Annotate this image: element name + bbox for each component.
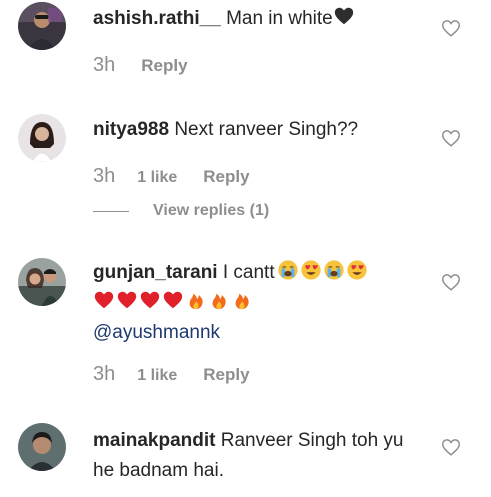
- avatar[interactable]: [18, 423, 66, 471]
- comment-username[interactable]: nitya988: [93, 119, 169, 140]
- comment-text: I cantt: [222, 262, 275, 283]
- like-heart-icon[interactable]: [440, 271, 462, 293]
- comment-body: gunjan_tarani I cantt @ayushmannk: [93, 258, 413, 348]
- likes-count[interactable]: 1 like: [137, 367, 177, 385]
- fire-icon: [231, 289, 253, 311]
- heart-eyes-face-icon: [346, 259, 368, 281]
- comment-username[interactable]: ashish.rathi__: [93, 8, 221, 29]
- comment-emojis: [277, 259, 368, 281]
- like-heart-icon[interactable]: [440, 436, 462, 458]
- mention-link[interactable]: @ayushmannk: [93, 322, 220, 343]
- fire-icon: [185, 289, 207, 311]
- comment-username[interactable]: gunjan_tarani: [93, 262, 218, 283]
- comment-emojis-line2: [93, 289, 253, 311]
- avatar[interactable]: [18, 114, 66, 162]
- crying-face-icon: [277, 259, 299, 281]
- comment-time: 3h: [93, 54, 116, 76]
- reply-button[interactable]: Reply: [141, 56, 187, 76]
- divider-line: [93, 210, 129, 212]
- likes-count[interactable]: 1 like: [137, 169, 177, 187]
- comment-body: mainakpandit Ranveer Singh toh yu he bad…: [93, 426, 413, 486]
- black-heart-icon: [333, 5, 355, 27]
- comment-meta: 3h Reply: [93, 54, 188, 77]
- red-heart-icon: [116, 289, 138, 311]
- comment-text: Man in white: [226, 8, 333, 29]
- comment-time: 3h: [93, 363, 116, 385]
- comment-body: ashish.rathi__ Man in white: [93, 4, 413, 34]
- like-heart-icon[interactable]: [440, 17, 462, 39]
- reply-button[interactable]: Reply: [203, 365, 249, 385]
- crying-face-icon: [323, 259, 345, 281]
- comment-username[interactable]: mainakpandit: [93, 430, 215, 451]
- heart-eyes-face-icon: [300, 259, 322, 281]
- comment-time: 3h: [93, 165, 116, 187]
- red-heart-icon: [93, 289, 115, 311]
- comment-emojis: [333, 5, 355, 27]
- red-heart-icon: [162, 289, 184, 311]
- avatar[interactable]: [18, 2, 66, 50]
- comment-text: Next ranveer Singh??: [174, 119, 359, 140]
- reply-button[interactable]: Reply: [203, 167, 249, 187]
- comment-meta: 3h 1 like Reply: [93, 165, 250, 188]
- fire-icon: [208, 289, 230, 311]
- comment-meta: 3h 1 like Reply: [93, 363, 250, 386]
- view-replies-label: View replies (1): [153, 202, 270, 219]
- avatar[interactable]: [18, 258, 66, 306]
- comment-body: nitya988 Next ranveer Singh??: [93, 115, 413, 145]
- like-heart-icon[interactable]: [440, 127, 462, 149]
- view-replies-button[interactable]: View replies (1): [93, 202, 269, 220]
- red-heart-icon: [139, 289, 161, 311]
